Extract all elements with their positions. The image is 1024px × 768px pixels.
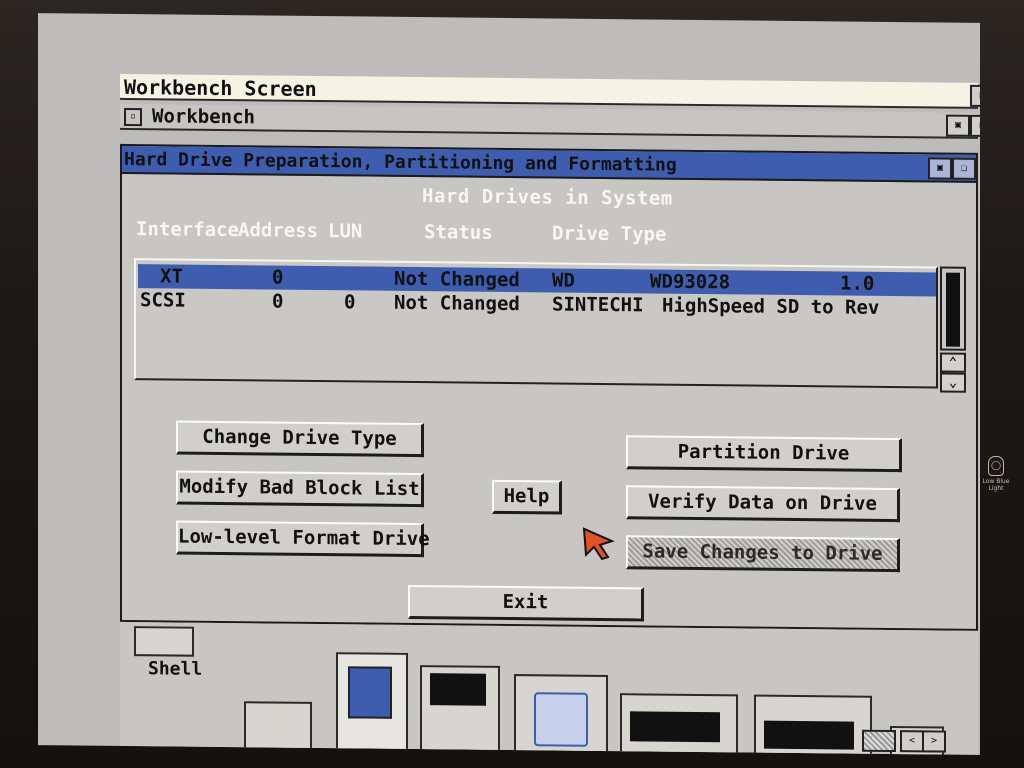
column-header-drive-type: Drive Type <box>552 222 667 246</box>
workbench-screen-title-bar[interactable]: Workbench Screen ❏ <box>120 73 980 109</box>
workbench-window-title: Workbench <box>152 105 255 129</box>
amiga-screen: Workbench Screen ❏ ▫ Workbench ▣ ❏ Hard … <box>38 13 980 755</box>
help-button[interactable]: Help <box>492 479 562 515</box>
resize-icon[interactable] <box>862 729 896 753</box>
system-drawer-icon[interactable] <box>244 701 312 752</box>
disk-drive-icon[interactable] <box>620 693 738 755</box>
depth-icon[interactable]: ❏ <box>970 84 980 108</box>
close-icon[interactable]: ▫ <box>124 107 142 127</box>
change-drive-type-button[interactable]: Change Drive Type <box>176 420 424 458</box>
drive-interface: SCSI <box>140 289 186 312</box>
drive-vendor: SINTECHI <box>552 293 644 317</box>
hard-drives-heading: Hard Drives in System <box>422 185 673 210</box>
scroll-knob[interactable] <box>946 272 960 347</box>
drive-lun: 0 <box>344 291 356 314</box>
hd-window-title: Hard Drive Preparation, Partitioning and… <box>124 148 677 176</box>
mouse-pointer-icon <box>582 527 615 561</box>
depth-icon[interactable]: ❏ <box>970 114 980 138</box>
save-changes-button[interactable]: Save Changes to Drive <box>626 535 900 573</box>
drive-list[interactable]: XT 0 Not Changed WD WD93028 1.0 SCSI 0 0… <box>134 258 938 389</box>
drive-status: Not Changed <box>394 267 520 292</box>
column-header-interface: Interface <box>136 218 239 242</box>
exit-button[interactable]: Exit <box>408 584 644 622</box>
scroll-track[interactable] <box>940 266 966 351</box>
verify-data-button[interactable]: Verify Data on Drive <box>626 485 900 523</box>
monitor-light-indicator: ◯ Low Blue Light <box>982 456 1010 492</box>
hd-window-title-bar[interactable]: Hard Drive Preparation, Partitioning and… <box>122 145 976 183</box>
workbench-window-title-bar[interactable]: ▫ Workbench ▣ ❏ <box>120 103 980 139</box>
drive-address: 0 <box>272 266 284 289</box>
modify-bad-block-list-button[interactable]: Modify Bad Block List <box>176 470 424 508</box>
partition-drive-button[interactable]: Partition Drive <box>626 435 902 473</box>
disk-drive-icon[interactable] <box>754 694 872 755</box>
drive-address: 0 <box>272 290 284 313</box>
drive-list-scrollbar[interactable]: ⌃ ⌄ <box>940 266 966 395</box>
drive-status: Not Changed <box>394 291 520 316</box>
low-level-format-button[interactable]: Low-level Format Drive <box>176 520 430 558</box>
depth-icon[interactable]: ❏ <box>952 157 976 180</box>
drive-model: WD93028 <box>650 270 731 294</box>
scroll-down-icon[interactable]: ⌄ <box>940 372 966 393</box>
hd-tool-icon[interactable] <box>336 652 408 753</box>
shell-icon-label: Shell <box>148 658 203 680</box>
scroll-up-icon[interactable]: ⌃ <box>940 352 966 373</box>
workbench-screen-title: Workbench Screen <box>124 74 317 101</box>
drawer-icon[interactable] <box>420 665 500 754</box>
zoom-icon[interactable]: ▣ <box>928 157 952 180</box>
column-header-lun: LUN <box>328 220 363 243</box>
monitor-light-label: Low Blue Light <box>982 478 1010 492</box>
shell-icon[interactable] <box>134 626 194 657</box>
column-header-status: Status <box>424 221 493 244</box>
column-header-address: Address <box>238 219 319 243</box>
scroll-left-icon[interactable]: < <box>900 730 924 753</box>
zoom-icon[interactable]: ▣ <box>946 114 970 137</box>
scroll-right-icon[interactable]: > <box>922 730 946 753</box>
hd-toolbox-window: Hard Drive Preparation, Partitioning and… <box>120 143 978 631</box>
drive-interface: XT <box>160 265 183 288</box>
trashcan-icon[interactable] <box>514 674 608 755</box>
drive-vendor: WD <box>552 269 575 292</box>
lightbulb-icon: ◯ <box>988 456 1004 476</box>
workbench-icons-area: Shell <box>120 621 978 755</box>
drive-model: HighSpeed SD to Rev <box>662 294 880 319</box>
drive-revision: 1.0 <box>840 272 875 295</box>
